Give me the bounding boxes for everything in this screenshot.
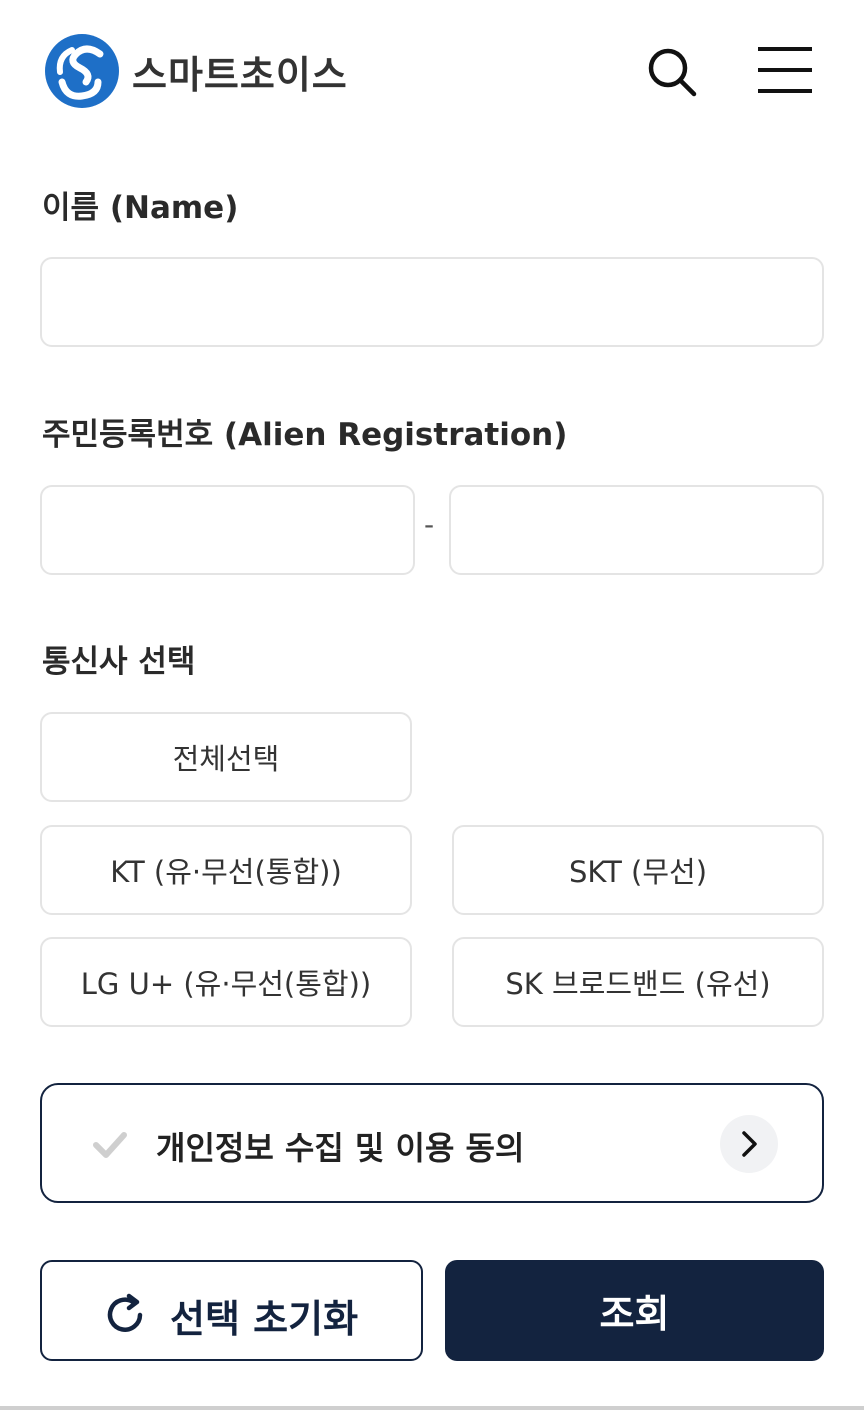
registration-back-input[interactable]: [449, 485, 824, 575]
carrier-kt-label: KT (유·무선(통합)): [110, 855, 342, 889]
carrier-lgu-button[interactable]: LG U+ (유·무선(통합)): [40, 937, 412, 1027]
privacy-agreement-label: 개인정보 수집 및 이용 동의: [156, 1129, 525, 1167]
smart-choice-logo[interactable]: [42, 32, 122, 110]
privacy-detail-button[interactable]: [720, 1115, 778, 1173]
carrier-label: 통신사 선택: [42, 644, 196, 680]
registration-label: 주민등록번호 (Alien Registration): [42, 417, 568, 453]
hamburger-menu-icon: [758, 47, 812, 93]
check-icon: [90, 1125, 130, 1165]
carrier-skt-button[interactable]: SKT (무선): [452, 825, 824, 915]
lookup-submit-button[interactable]: 조회: [445, 1260, 824, 1361]
logo-icon: [45, 34, 119, 108]
reset-selection-label: 선택 초기화: [170, 1297, 359, 1341]
carrier-skt-label: SKT (무선): [568, 855, 708, 889]
search-icon: [648, 48, 697, 97]
name-label: 이름 (Name): [42, 190, 239, 226]
carrier-lgu-label: LG U+ (유·무선(통합)): [80, 967, 372, 1001]
privacy-agreement-toggle[interactable]: 개인정보 수집 및 이용 동의: [40, 1083, 824, 1203]
registration-separator: -: [424, 508, 435, 541]
refresh-icon: [102, 1292, 148, 1338]
carrier-kt-button[interactable]: KT (유·무선(통합)): [40, 825, 412, 915]
bottom-divider: [0, 1406, 864, 1410]
search-button[interactable]: [644, 44, 700, 100]
brand-name: 스마트초이스: [132, 53, 348, 97]
top-header: 스마트초이스: [0, 0, 864, 140]
name-input[interactable]: [40, 257, 824, 347]
menu-button[interactable]: [754, 44, 818, 96]
chevron-right-icon: [742, 1131, 757, 1157]
carrier-select-all-button[interactable]: 전체선택: [40, 712, 412, 802]
carrier-skb-label: SK 브로드밴드 (유선): [505, 967, 771, 1001]
carrier-select-all-label: 전체선택: [172, 742, 280, 776]
carrier-skb-button[interactable]: SK 브로드밴드 (유선): [452, 937, 824, 1027]
registration-front-input[interactable]: [40, 485, 415, 575]
lookup-submit-label: 조회: [599, 1292, 670, 1336]
reset-selection-button[interactable]: 선택 초기화: [40, 1260, 423, 1361]
